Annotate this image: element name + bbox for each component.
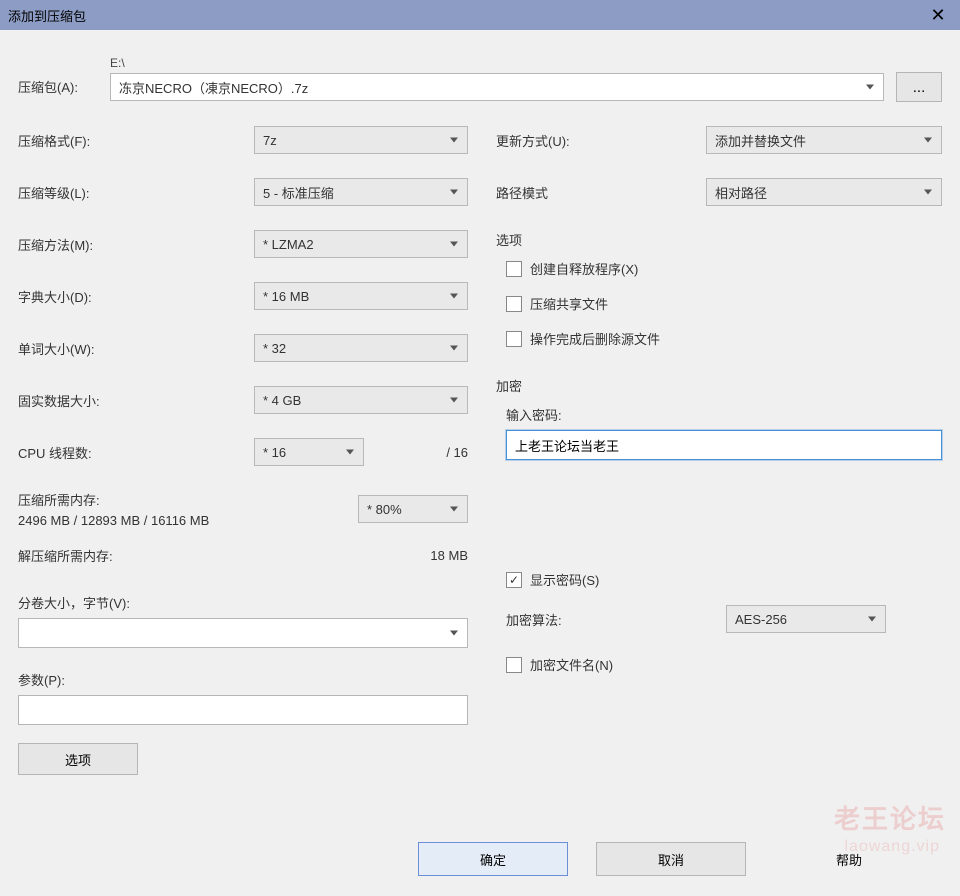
close-icon[interactable]: ✕ [924, 5, 952, 26]
params-label: 参数(P): [18, 670, 468, 689]
encrypt-group-title: 加密 [496, 376, 942, 395]
archive-drive: E:\ [110, 56, 942, 70]
memdecomp-value: 18 MB [430, 548, 468, 563]
options-group-title: 选项 [496, 230, 942, 249]
encmethod-label: 加密算法: [496, 610, 726, 629]
params-input[interactable] [18, 695, 468, 725]
delsrc-checkbox[interactable] [506, 331, 522, 347]
delsrc-label: 操作完成后删除源文件 [530, 329, 660, 348]
memcomp-pct-combo[interactable]: * 80% [358, 495, 468, 523]
format-label: 压缩格式(F): [18, 131, 254, 150]
showpwd-label: 显示密码(S) [530, 570, 599, 589]
password-input[interactable] [506, 430, 942, 460]
word-combo[interactable]: * 32 [254, 334, 468, 362]
shared-label: 压缩共享文件 [530, 294, 608, 313]
word-label: 单词大小(W): [18, 339, 254, 358]
memcomp-label: 压缩所需内存: [18, 490, 346, 509]
solid-label: 固实数据大小: [18, 391, 254, 410]
format-combo[interactable]: 7z [254, 126, 468, 154]
archive-filename-combo[interactable]: 冻京NECRO（凍京NECRO）.7z [110, 73, 884, 101]
sfx-label: 创建自释放程序(X) [530, 259, 638, 278]
update-label: 更新方式(U): [496, 131, 706, 150]
cancel-button[interactable]: 取消 [596, 842, 746, 876]
options-button[interactable]: 选项 [18, 743, 138, 775]
showpwd-checkbox[interactable] [506, 572, 522, 588]
window-title: 添加到压缩包 [8, 6, 86, 25]
split-combo[interactable] [18, 618, 468, 648]
split-label: 分卷大小，字节(V): [18, 593, 468, 612]
sfx-checkbox[interactable] [506, 261, 522, 277]
help-button[interactable]: 帮助 [774, 842, 924, 876]
encmethod-combo[interactable]: AES-256 [726, 605, 886, 633]
method-label: 压缩方法(M): [18, 235, 254, 254]
ok-button[interactable]: 确定 [418, 842, 568, 876]
titlebar: 添加到压缩包 ✕ [0, 0, 960, 30]
method-combo[interactable]: * LZMA2 [254, 230, 468, 258]
shared-checkbox[interactable] [506, 296, 522, 312]
memdecomp-label: 解压缩所需内存: [18, 546, 430, 565]
memcomp-value: 2496 MB / 12893 MB / 16116 MB [18, 513, 346, 528]
encnames-checkbox[interactable] [506, 657, 522, 673]
cpu-label: CPU 线程数: [18, 443, 254, 462]
pathmode-combo[interactable]: 相对路径 [706, 178, 942, 206]
solid-combo[interactable]: * 4 GB [254, 386, 468, 414]
cpu-total: / 16 [446, 445, 468, 460]
browse-button[interactable]: ... [896, 72, 942, 102]
dict-combo[interactable]: * 16 MB [254, 282, 468, 310]
cpu-combo[interactable]: * 16 [254, 438, 364, 466]
archive-label: 压缩包(A): [18, 77, 100, 102]
password-label: 输入密码: [496, 405, 942, 424]
level-combo[interactable]: 5 - 标准压缩 [254, 178, 468, 206]
dict-label: 字典大小(D): [18, 287, 254, 306]
archive-filename: 冻京NECRO（凍京NECRO）.7z [119, 78, 308, 97]
watermark-text: 老王论坛 [834, 799, 946, 836]
level-label: 压缩等级(L): [18, 183, 254, 202]
encnames-label: 加密文件名(N) [530, 655, 613, 674]
pathmode-label: 路径模式 [496, 183, 706, 202]
update-combo[interactable]: 添加并替换文件 [706, 126, 942, 154]
